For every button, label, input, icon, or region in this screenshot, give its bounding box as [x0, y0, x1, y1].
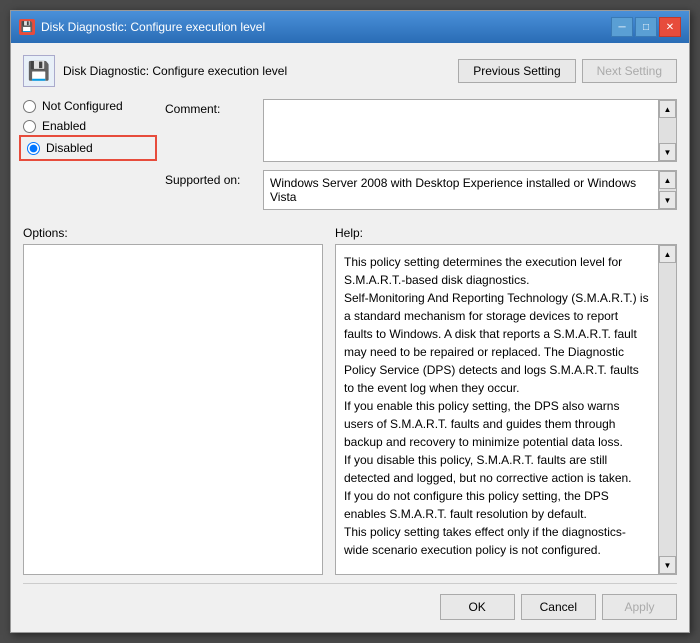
next-setting-button: Next Setting	[582, 59, 677, 83]
help-paragraph: Self-Monitoring And Reporting Technology…	[344, 289, 650, 397]
help-panel: Help: This policy setting determines the…	[335, 226, 677, 575]
radio-enabled[interactable]: Enabled	[23, 119, 153, 133]
radio-not-configured[interactable]: Not Configured	[23, 99, 153, 113]
supported-scroll-down[interactable]: ▼	[659, 191, 676, 209]
comment-scrollbar: ▲ ▼	[658, 100, 676, 161]
title-bar: 💾 Disk Diagnostic: Configure execution l…	[11, 11, 689, 43]
supported-label: Supported on:	[165, 170, 255, 187]
main-window: 💾 Disk Diagnostic: Configure execution l…	[10, 10, 690, 633]
ok-button[interactable]: OK	[440, 594, 515, 620]
middle-section: Options: Help: This policy setting deter…	[23, 226, 677, 575]
maximize-button[interactable]: □	[635, 17, 657, 37]
help-paragraph: This policy setting takes effect only if…	[344, 523, 650, 559]
help-scroll-up[interactable]: ▲	[659, 245, 676, 263]
comment-label: Comment:	[165, 99, 255, 116]
header-left: 💾 Disk Diagnostic: Configure execution l…	[23, 55, 287, 87]
comment-textarea-wrap: ▲ ▼	[263, 99, 677, 162]
comment-scroll-up[interactable]: ▲	[659, 100, 676, 118]
header-buttons: Previous Setting Next Setting	[458, 59, 677, 83]
comment-textarea[interactable]	[264, 100, 658, 158]
help-label: Help:	[335, 226, 677, 240]
previous-setting-button[interactable]: Previous Setting	[458, 59, 575, 83]
supported-field-row: Supported on: Windows Server 2008 with D…	[165, 170, 677, 210]
help-paragraph: If you disable this policy, S.M.A.R.T. f…	[344, 451, 650, 487]
comment-field-content: ▲ ▼	[263, 99, 677, 162]
supported-value: Windows Server 2008 with Desktop Experie…	[264, 171, 676, 209]
help-scroll-down[interactable]: ▼	[659, 556, 676, 574]
radio-enabled-label: Enabled	[42, 119, 86, 133]
header-row: 💾 Disk Diagnostic: Configure execution l…	[23, 55, 677, 87]
radio-group: Not Configured Enabled Disabled	[23, 99, 153, 210]
cancel-button[interactable]: Cancel	[521, 594, 596, 620]
options-panel: Options:	[23, 226, 323, 575]
radio-disabled[interactable]: Disabled	[23, 139, 153, 157]
right-fields: Comment: ▲ ▼ Support	[165, 99, 677, 210]
help-text-content: This policy setting determines the execu…	[336, 245, 676, 574]
main-content: 💾 Disk Diagnostic: Configure execution l…	[11, 43, 689, 632]
radio-disabled-label: Disabled	[46, 141, 93, 155]
title-controls: ─ □ ✕	[611, 17, 681, 37]
window-title: Disk Diagnostic: Configure execution lev…	[41, 20, 265, 34]
header-title: Disk Diagnostic: Configure execution lev…	[63, 64, 287, 78]
minimize-button[interactable]: ─	[611, 17, 633, 37]
radio-not-configured-input[interactable]	[23, 100, 36, 113]
bottom-buttons: OK Cancel Apply	[23, 583, 677, 620]
radio-not-configured-label: Not Configured	[42, 99, 123, 113]
supported-scroll-up[interactable]: ▲	[659, 171, 676, 189]
close-button[interactable]: ✕	[659, 17, 681, 37]
top-area: Not Configured Enabled Disabled Comment:	[23, 99, 677, 210]
supported-wrap: Windows Server 2008 with Desktop Experie…	[263, 170, 677, 210]
radio-enabled-input[interactable]	[23, 120, 36, 133]
apply-button: Apply	[602, 594, 677, 620]
supported-field-content: Windows Server 2008 with Desktop Experie…	[263, 170, 677, 210]
comment-scroll-track	[659, 118, 676, 143]
options-box	[23, 244, 323, 575]
comment-scroll-down[interactable]: ▼	[659, 143, 676, 161]
title-bar-left: 💾 Disk Diagnostic: Configure execution l…	[19, 19, 265, 35]
help-paragraph: If you enable this policy setting, the D…	[344, 397, 650, 451]
options-label: Options:	[23, 226, 323, 240]
comment-field-row: Comment: ▲ ▼	[165, 99, 677, 162]
header-icon: 💾	[23, 55, 55, 87]
radio-disabled-input[interactable]	[27, 142, 40, 155]
help-scrollbar: ▲ ▼	[658, 245, 676, 574]
help-scroll-wrap: This policy setting determines the execu…	[335, 244, 677, 575]
help-paragraph: If you do not configure this policy sett…	[344, 487, 650, 523]
supported-scrollbar: ▲ ▼	[658, 171, 676, 209]
help-scroll-track	[659, 263, 676, 556]
window-icon: 💾	[19, 19, 35, 35]
help-paragraph: This policy setting determines the execu…	[344, 253, 650, 289]
